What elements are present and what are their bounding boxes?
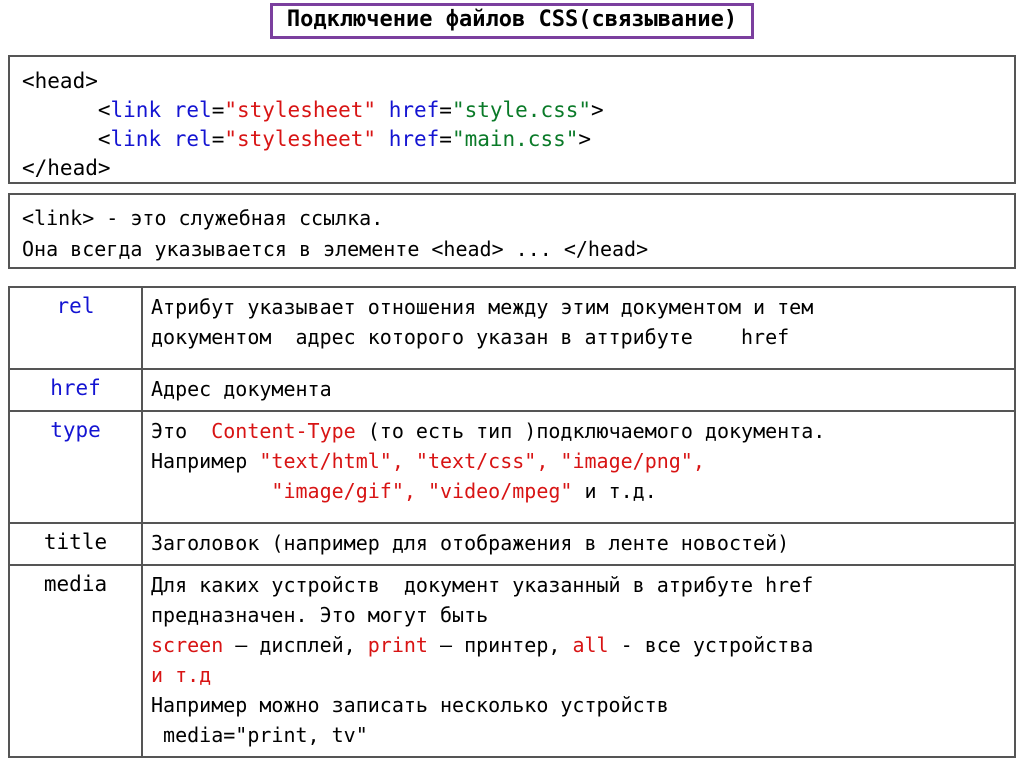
code-token-tag: > <box>591 98 604 122</box>
slide-title-box: Подключение файлов CSS(связывание) <box>269 3 755 39</box>
cell-spacer <box>151 352 1006 362</box>
code-token-tag: < <box>22 98 111 122</box>
description-segment: Например <box>151 449 260 473</box>
description-segment <box>151 479 271 503</box>
code-line: <head> <box>22 67 1002 96</box>
code-token-tag: </head> <box>22 156 111 180</box>
code-token-value: "style.css" <box>451 98 592 122</box>
description-line: Для каких устройств документ указанный в… <box>151 570 1006 600</box>
slide-root: Подключение файлов CSS(связывание) <head… <box>0 0 1024 767</box>
code-token-tag: <head> <box>22 69 98 93</box>
description-line: Заголовок (например для отображения в ле… <box>151 528 1006 558</box>
attribute-name-cell: type <box>8 410 143 524</box>
attribute-name-cell: media <box>8 564 143 758</box>
description-segment: – принтер, <box>427 633 573 657</box>
description-segment: - все устройства <box>608 633 814 657</box>
code-token-element: link <box>110 127 162 151</box>
code-line: </head> <box>22 154 1002 183</box>
description-line: "image/gif", "video/mpeg" и т.д. <box>151 476 1006 506</box>
attribute-description-cell: Заголовок (например для отображения в ле… <box>141 522 1016 566</box>
code-lines: <head> <link rel="stylesheet" href="styl… <box>22 67 1002 183</box>
cell-spacer <box>151 506 1006 516</box>
description-line: screen – дисплей, print – принтер, all -… <box>151 630 1006 660</box>
description-line: предназначен. Это могут быть <box>151 600 1006 630</box>
attribute-name: title <box>43 530 108 554</box>
description-segment: и т.д. <box>572 479 657 503</box>
description-line: и т.д <box>151 660 1006 690</box>
description-segment: all <box>572 633 609 657</box>
code-token-tag: > <box>578 127 592 151</box>
attribute-name: type <box>50 418 101 442</box>
attribute-description-cell: Атрибут указывает отношения между этим д… <box>141 286 1016 370</box>
code-token-equals: = <box>439 98 452 122</box>
code-token-attribute: rel <box>173 127 212 151</box>
note-line: <link> - это служебная ссылка. <box>22 206 384 230</box>
attribute-name-cell: href <box>8 368 143 412</box>
description-segment: и т.д <box>151 663 212 687</box>
attribute-name-cell: rel <box>8 286 143 370</box>
description-segment: Адрес документа <box>151 377 332 401</box>
description-line: Адрес документа <box>151 374 1006 404</box>
table-row: type Это Content-Type (то есть тип )подкл… <box>8 410 1016 524</box>
attribute-name-cell: title <box>8 522 143 566</box>
attribute-description-cell: Для каких устройств документ указанный в… <box>141 564 1016 758</box>
code-token-equals: = <box>439 127 452 151</box>
code-token-element: link <box>110 98 162 122</box>
page-title: Подключение файлов CSS(связывание) <box>286 7 738 32</box>
attributes-table-body: rel Атрибут указывает отношения между эти… <box>8 286 1016 758</box>
slide-title-container: Подключение файлов CSS(связывание) <box>0 3 1024 39</box>
description-line: media="print, tv" <box>151 720 1006 750</box>
description-line: Атрибут указывает отношения между этим д… <box>151 292 1006 322</box>
description-line: Это Content-Type (то есть тип )подключае… <box>151 416 1006 446</box>
code-token-attribute: href <box>388 98 440 122</box>
attribute-description-cell: Это Content-Type (то есть тип )подключае… <box>141 410 1016 524</box>
description-segment: Content-Type <box>211 419 356 443</box>
description-segment: print <box>367 633 428 657</box>
table-row: title Заголовок (например для отображения… <box>8 522 1016 566</box>
code-token-tag: < <box>22 127 111 151</box>
description-segment: "image/gif", "video/mpeg" <box>271 479 573 503</box>
attribute-name: href <box>50 376 101 400</box>
link-note-box: <link> - это служебная ссылка. Она всегда… <box>8 193 1016 269</box>
description-segment: документом адрес которого указан в аттри… <box>151 325 790 349</box>
table-row: rel Атрибут указывает отношения между эти… <box>8 286 1016 370</box>
code-token-value: "main.css" <box>451 127 579 151</box>
description-line: Например "text/html", "text/css", "image… <box>151 446 1006 476</box>
code-line: <link rel="stylesheet" href="style.css"> <box>22 96 1002 125</box>
attribute-description-cell: Адрес документа <box>141 368 1016 412</box>
description-segment: Например можно записать несколько устрой… <box>151 693 669 717</box>
attribute-name: rel <box>56 294 95 318</box>
description-segment: предназначен. Это могут быть <box>151 603 489 627</box>
description-line: Например можно записать несколько устрой… <box>151 690 1006 720</box>
note-lines: <link> - это служебная ссылка. Она всегда… <box>22 203 1002 265</box>
description-segment: screen <box>151 633 224 657</box>
note-line: Она всегда указывается в элементе <head>… <box>22 237 649 261</box>
description-segment: (то есть тип )подключаемого документа. <box>355 419 826 443</box>
attribute-name: media <box>43 572 108 596</box>
code-token-attribute: href <box>388 127 440 151</box>
code-token-equals: = <box>211 98 225 122</box>
description-segment: media="print, tv" <box>151 723 368 747</box>
code-token-attribute: rel <box>173 98 212 122</box>
description-segment: Атрибут указывает отношения между этим д… <box>151 295 814 319</box>
description-segment: Для каких устройств документ указанный в… <box>151 573 814 597</box>
description-segment: Это <box>151 419 212 443</box>
code-token-value: "stylesheet" <box>224 98 377 122</box>
code-token-value: "stylesheet" <box>224 127 377 151</box>
description-segment: "text/html", "text/css", "image/png", <box>259 449 705 473</box>
table-row: media Для каких устройств документ указан… <box>8 564 1016 758</box>
attributes-table: rel Атрибут указывает отношения между эти… <box>8 286 1016 758</box>
code-token-equals: = <box>211 127 225 151</box>
table-row: href Адрес документа <box>8 368 1016 412</box>
description-line: документом адрес которого указан в аттри… <box>151 322 1006 352</box>
code-line: <link rel="stylesheet" href="main.css"> <box>22 125 1002 154</box>
description-segment: – дисплей, <box>223 633 368 657</box>
description-segment: Заголовок (например для отображения в ле… <box>151 531 790 555</box>
code-example-box: <head> <link rel="stylesheet" href="styl… <box>8 55 1016 184</box>
